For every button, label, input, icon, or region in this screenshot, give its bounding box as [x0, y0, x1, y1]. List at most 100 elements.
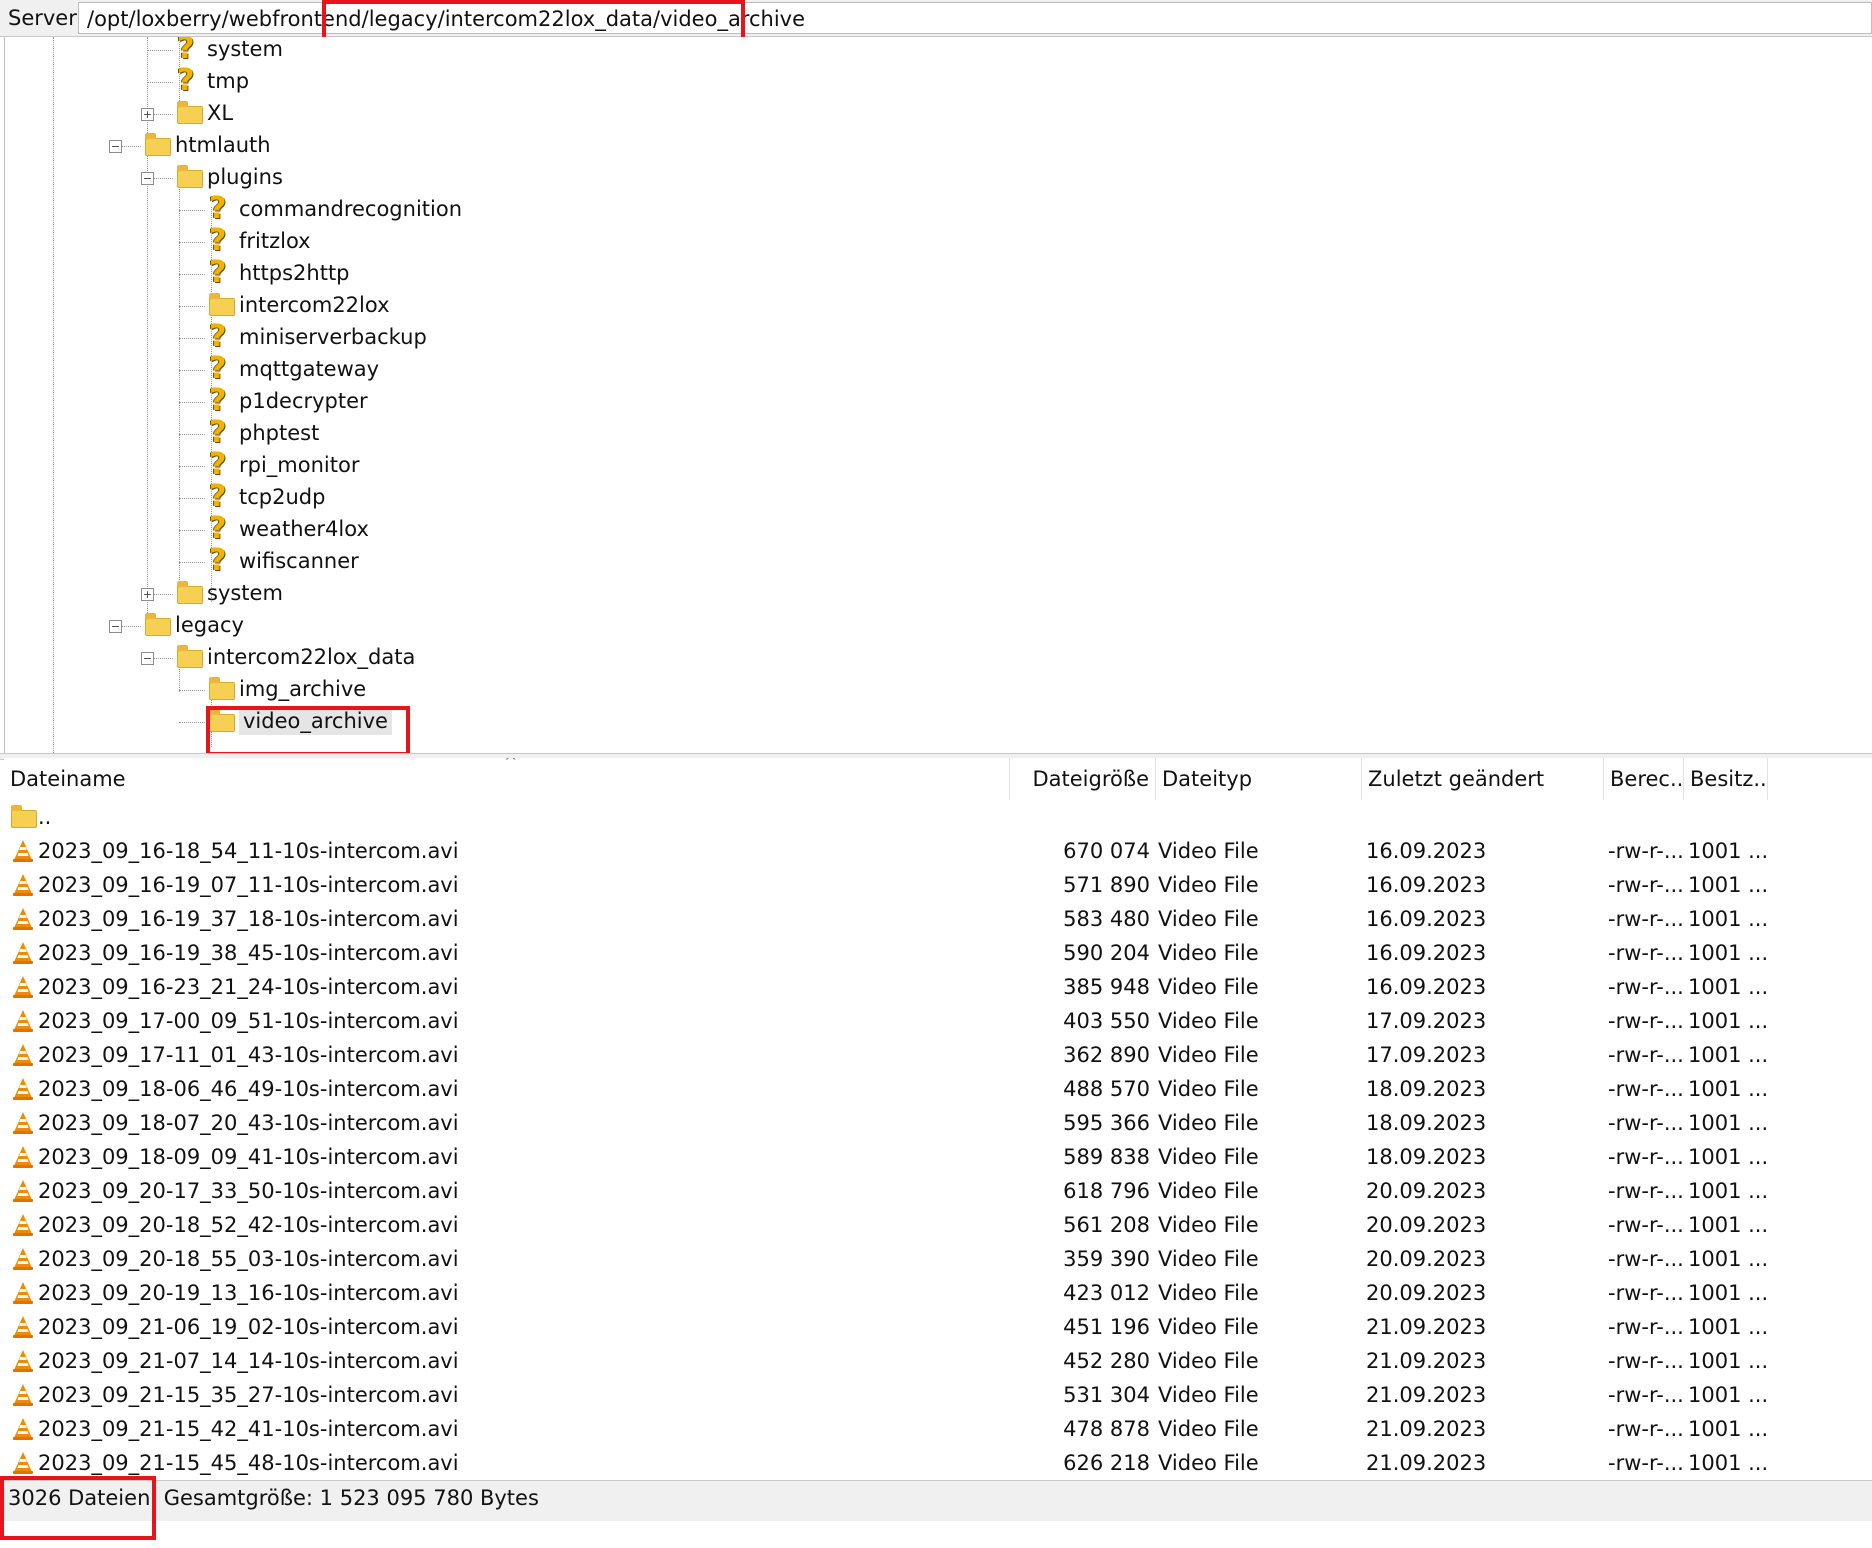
- tree-node[interactable]: ? tmp: [175, 65, 575, 97]
- file-row[interactable]: 2023_09_17-11_01_43-10s-intercom.avi 362 …: [4, 1038, 1872, 1072]
- column-header-modified[interactable]: Zuletzt geändert: [1362, 758, 1604, 800]
- column-header-filename[interactable]: Dateiname: [4, 758, 1010, 800]
- vlc-video-file-icon: [11, 1281, 35, 1305]
- tree-node[interactable]: ? mqttgateway: [207, 353, 607, 385]
- file-name: 2023_09_20-19_13_16-10s-intercom.avi: [38, 1281, 459, 1305]
- folder-icon: [175, 644, 203, 670]
- tree-node[interactable]: XL: [175, 98, 575, 128]
- tree-node[interactable]: htmlauth: [143, 130, 543, 160]
- question-folder-icon: ?: [209, 223, 227, 258]
- tree-node-label: intercom22lox_data: [207, 645, 416, 669]
- column-header-owner[interactable]: Besitz...: [1684, 758, 1768, 800]
- file-row[interactable]: 2023_09_20-17_33_50-10s-intercom.avi 618 …: [4, 1174, 1872, 1208]
- tree-node-label: miniserverbackup: [239, 325, 427, 349]
- tree-node[interactable]: ? system: [175, 37, 575, 65]
- tree-node[interactable]: system: [175, 578, 575, 608]
- parent-directory-label: ..: [38, 805, 52, 829]
- file-permissions: -rw-r-...: [1608, 1009, 1684, 1033]
- file-owner: 1001 ...: [1688, 1111, 1768, 1135]
- file-row[interactable]: 2023_09_21-15_45_48-10s-intercom.avi 626 …: [4, 1446, 1872, 1480]
- folder-icon: [207, 676, 235, 702]
- tree-node[interactable]: ? https2http: [207, 257, 607, 289]
- tree-node[interactable]: ? tcp2udp: [207, 481, 607, 513]
- video-archive-highlight-box: [206, 706, 410, 756]
- column-header-size[interactable]: Dateigröße: [1010, 758, 1156, 800]
- file-list[interactable]: ^ Dateiname Dateigröße Dateityp Zuletzt …: [4, 758, 1872, 1480]
- tree-node-label: p1decrypter: [239, 389, 368, 413]
- file-row[interactable]: 2023_09_16-19_38_45-10s-intercom.avi 590 …: [4, 936, 1872, 970]
- question-folder-icon: ?: [209, 319, 227, 354]
- tree-node[interactable]: ? weather4lox: [207, 513, 607, 545]
- collapse-icon[interactable]: −: [109, 620, 122, 633]
- file-row[interactable]: 2023_09_16-19_07_11-10s-intercom.avi 571 …: [4, 868, 1872, 902]
- column-header-type[interactable]: Dateityp: [1156, 758, 1362, 800]
- tree-node-label: https2http: [239, 261, 350, 285]
- file-row[interactable]: 2023_09_16-23_21_24-10s-intercom.avi 385 …: [4, 970, 1872, 1004]
- tree-node[interactable]: ? fritzlox: [207, 223, 607, 258]
- file-name: 2023_09_16-23_21_24-10s-intercom.avi: [38, 975, 459, 999]
- directory-tree[interactable]: ? system? tmp + XL − htmlauth − plugins? commandr…: [4, 37, 1872, 753]
- vlc-video-file-icon: [11, 1179, 35, 1203]
- file-owner: 1001 ...: [1688, 975, 1768, 999]
- tree-guide-line: [53, 37, 54, 753]
- tree-node[interactable]: ? commandrecognition: [207, 193, 607, 225]
- file-name: 2023_09_20-18_55_03-10s-intercom.avi: [38, 1247, 459, 1271]
- parent-directory-row[interactable]: ..: [4, 800, 1872, 834]
- question-folder-icon: ?: [209, 543, 227, 578]
- file-row[interactable]: 2023_09_20-19_13_16-10s-intercom.avi 423 …: [4, 1276, 1872, 1310]
- file-row[interactable]: 2023_09_21-15_35_27-10s-intercom.avi 531 …: [4, 1378, 1872, 1412]
- tree-node[interactable]: ? wifiscanner: [207, 543, 607, 578]
- file-name: 2023_09_20-18_52_42-10s-intercom.avi: [38, 1213, 459, 1237]
- expand-icon[interactable]: +: [141, 588, 154, 601]
- file-row[interactable]: 2023_09_20-18_52_42-10s-intercom.avi 561 …: [4, 1208, 1872, 1242]
- file-modified: 20.09.2023: [1366, 1281, 1487, 1305]
- tree-node[interactable]: legacy: [143, 610, 543, 640]
- file-row[interactable]: 2023_09_17-00_09_51-10s-intercom.avi 403 …: [4, 1004, 1872, 1038]
- vlc-video-file-icon: [11, 941, 35, 965]
- file-owner: 1001 ...: [1688, 907, 1768, 931]
- file-row[interactable]: 2023_09_18-09_09_41-10s-intercom.avi 589 …: [4, 1140, 1872, 1174]
- file-row[interactable]: 2023_09_21-07_14_14-10s-intercom.avi 452 …: [4, 1344, 1872, 1378]
- tree-node[interactable]: plugins: [175, 162, 575, 192]
- file-row[interactable]: 2023_09_21-15_42_41-10s-intercom.avi 478 …: [4, 1412, 1872, 1446]
- file-modified: 21.09.2023: [1366, 1417, 1487, 1441]
- bottom-pane-edge: [0, 1521, 1872, 1548]
- file-name: 2023_09_21-06_19_02-10s-intercom.avi: [38, 1315, 459, 1339]
- tree-branch-line: [179, 722, 205, 723]
- file-row[interactable]: 2023_09_18-07_20_43-10s-intercom.avi 595 …: [4, 1106, 1872, 1140]
- collapse-icon[interactable]: −: [141, 652, 154, 665]
- file-row[interactable]: 2023_09_18-06_46_49-10s-intercom.avi 488 …: [4, 1072, 1872, 1106]
- tree-node-label: plugins: [207, 165, 283, 189]
- file-row[interactable]: 2023_09_20-18_55_03-10s-intercom.avi 359 …: [4, 1242, 1872, 1276]
- file-name: 2023_09_17-11_01_43-10s-intercom.avi: [38, 1043, 459, 1067]
- file-owner: 1001 ...: [1688, 1213, 1768, 1237]
- tree-branch-line: [179, 402, 205, 403]
- file-row[interactable]: 2023_09_16-18_54_11-10s-intercom.avi 670 …: [4, 834, 1872, 868]
- file-row[interactable]: 2023_09_21-06_19_02-10s-intercom.avi 451 …: [4, 1310, 1872, 1344]
- folder-icon: [207, 292, 235, 318]
- file-type: Video File: [1158, 975, 1259, 999]
- file-modified: 16.09.2023: [1366, 941, 1487, 965]
- tree-branch-line: [179, 370, 205, 371]
- file-modified: 21.09.2023: [1366, 1349, 1487, 1373]
- tree-node[interactable]: ? rpi_monitor: [207, 449, 607, 481]
- file-name: 2023_09_16-19_37_18-10s-intercom.avi: [38, 907, 459, 931]
- tree-node[interactable]: intercom22lox_data: [175, 642, 575, 672]
- expand-icon[interactable]: +: [141, 108, 154, 121]
- file-name: 2023_09_18-06_46_49-10s-intercom.avi: [38, 1077, 459, 1101]
- tree-node[interactable]: ? phptest: [207, 417, 607, 449]
- collapse-icon[interactable]: −: [109, 140, 122, 153]
- file-owner: 1001 ...: [1688, 1077, 1768, 1101]
- collapse-icon[interactable]: −: [141, 172, 154, 185]
- file-modified: 20.09.2023: [1366, 1213, 1487, 1237]
- file-type: Video File: [1158, 1281, 1259, 1305]
- column-header-permissions[interactable]: Berec...: [1604, 758, 1684, 800]
- file-name: 2023_09_16-19_38_45-10s-intercom.avi: [38, 941, 459, 965]
- tree-node[interactable]: ? miniserverbackup: [207, 319, 607, 354]
- file-row[interactable]: 2023_09_16-19_37_18-10s-intercom.avi 583 …: [4, 902, 1872, 936]
- server-label: Server:: [8, 6, 84, 30]
- tree-node[interactable]: img_archive: [207, 674, 607, 704]
- tree-node-label: system: [207, 581, 283, 605]
- tree-node[interactable]: intercom22lox: [207, 290, 607, 320]
- tree-node[interactable]: ? p1decrypter: [207, 385, 607, 417]
